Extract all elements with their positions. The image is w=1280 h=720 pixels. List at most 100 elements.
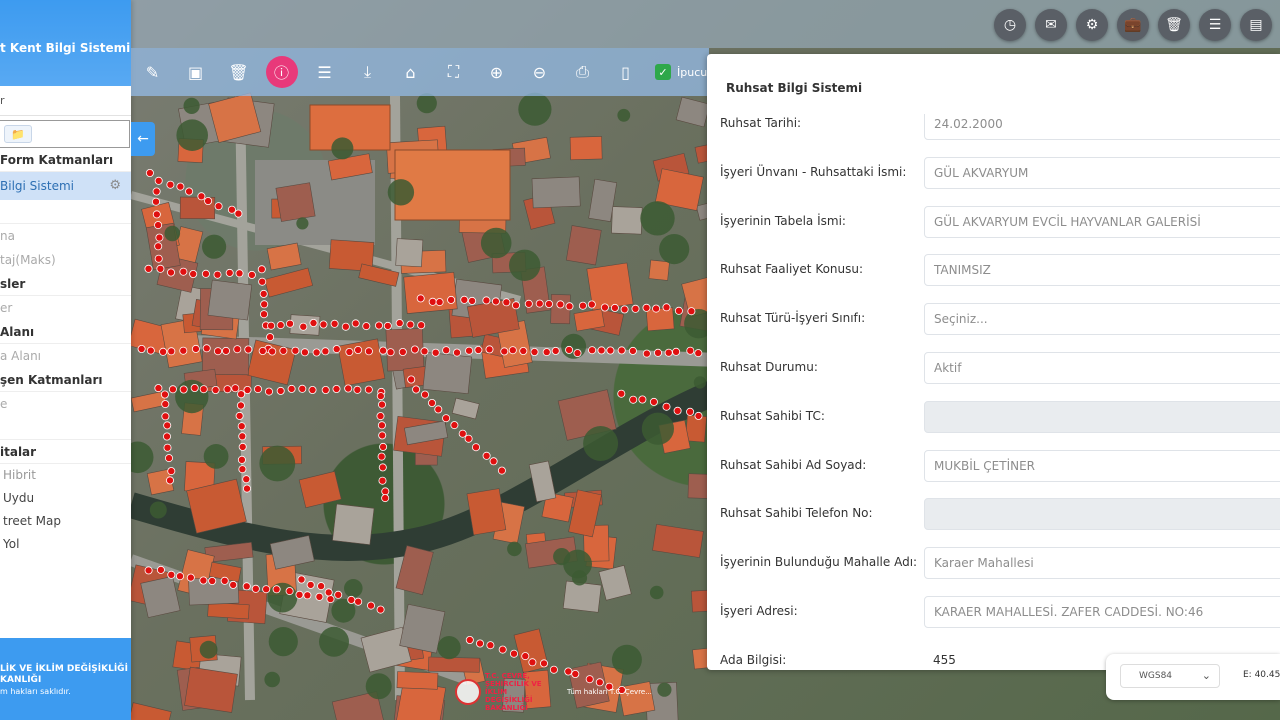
map-tree	[365, 673, 392, 700]
map-marker	[341, 322, 350, 331]
calendar-icon[interactable]: 🗑	[1158, 9, 1190, 41]
mobile-icon[interactable]: ▯	[604, 48, 647, 96]
map-marker	[545, 299, 554, 308]
settings-icon[interactable]: ⚙	[1076, 9, 1108, 41]
info-button[interactable]: ⓘ	[260, 48, 303, 96]
layer-item[interactable]: a Alanı	[0, 344, 131, 368]
basemap-hibrit[interactable]: Hibrit	[0, 464, 131, 487]
clock-icon[interactable]: ◷	[994, 9, 1026, 41]
map-tree	[693, 376, 707, 389]
map-marker	[509, 649, 518, 658]
field-value[interactable]: KARAER MAHALLESİ. ZAFER CADDESİ. NO:46	[924, 596, 1280, 628]
ministry-seal-icon	[455, 679, 481, 705]
field-value[interactable]: Karaer Mahallesi	[924, 547, 1280, 580]
ministry-name: T.C. ÇEVRE, ŞEHİRCİLİK VE İKLİM DEĞİŞİKL…	[485, 672, 542, 712]
info-icon: ⓘ	[265, 56, 298, 88]
fullscreen-icon[interactable]: ⛶	[432, 48, 475, 96]
map-tree	[176, 119, 208, 151]
map-tree	[259, 445, 296, 482]
field-value[interactable]: Aktif	[924, 352, 1280, 384]
map-marker	[231, 384, 240, 393]
download-icon[interactable]: ⤓	[346, 48, 389, 96]
map-marker	[225, 268, 234, 277]
map-tree	[268, 627, 298, 657]
zoom-in-icon[interactable]: ⊕	[475, 48, 518, 96]
basemap-yol[interactable]: Yol	[0, 533, 131, 556]
print-icon[interactable]: ⎙	[561, 48, 604, 96]
basemap-uydu[interactable]: Uydu	[0, 487, 131, 510]
map-marker	[267, 321, 276, 330]
map-tree	[416, 93, 437, 114]
layer-item[interactable]: na	[0, 224, 131, 248]
home-icon[interactable]: ⌂	[389, 48, 432, 96]
field-label: Ruhsat Sahibi Telefon No:	[720, 506, 873, 521]
map-marker	[154, 221, 163, 230]
mail-icon[interactable]: ✉	[1035, 9, 1067, 41]
map-marker	[190, 383, 199, 392]
map-building	[611, 206, 643, 235]
map-marker	[152, 210, 161, 219]
select-area-icon[interactable]: ▣	[174, 48, 217, 96]
field-value[interactable]: TANIMSIZ	[924, 254, 1280, 287]
field-value[interactable]: MUKBİL ÇETİNER	[924, 449, 1280, 482]
map-marker	[491, 297, 500, 306]
map-building	[394, 149, 511, 221]
map-marker	[442, 346, 451, 355]
map-marker	[272, 585, 281, 594]
map-marker	[379, 346, 388, 355]
map-building	[395, 238, 424, 268]
pencil-icon[interactable]: ✎	[131, 48, 174, 96]
field-value[interactable]	[924, 498, 1280, 531]
map-tree	[509, 249, 541, 281]
map-marker	[237, 422, 246, 431]
layer-item[interactable]: er	[0, 296, 131, 320]
field-value[interactable]: 24.02.2000	[924, 114, 1280, 140]
field-value[interactable]: GÜL AKVARYUM	[924, 156, 1280, 189]
map-marker	[395, 319, 404, 328]
list-icon[interactable]: ☰	[303, 48, 346, 96]
collapse-sidebar-button[interactable]: ←	[131, 122, 155, 156]
map-marker	[460, 295, 469, 304]
map-marker	[334, 590, 343, 599]
projection-select[interactable]: WGS84 ⌄	[1120, 664, 1220, 688]
map-marker	[179, 267, 188, 276]
folder-icon[interactable]: 📁	[4, 125, 32, 143]
map-marker	[442, 414, 451, 423]
layer-item[interactable]: taj(Maks)	[0, 248, 131, 272]
map-marker	[528, 658, 537, 667]
coordinate-bar: WGS84 ⌄ E: 40.45	[1106, 654, 1280, 700]
map-marker	[211, 385, 220, 394]
map-marker	[378, 431, 387, 440]
panel-fields[interactable]: Ruhsat Tarihi: 24.02.2000 İşyeri Ünvanı - …	[707, 114, 1280, 670]
map-marker	[638, 395, 647, 404]
map-marker	[471, 443, 480, 452]
map-tree	[149, 501, 167, 519]
map-marker	[213, 270, 222, 279]
field-value[interactable]	[924, 400, 1280, 433]
layer-search-input[interactable]: r	[0, 86, 131, 116]
map-marker	[146, 346, 155, 355]
hint-checkbox[interactable]: ✓ İpucu	[655, 64, 707, 80]
map-marker	[597, 346, 606, 355]
zoom-out-icon[interactable]: ⊖	[518, 48, 561, 96]
map-marker	[428, 297, 437, 306]
menu-icon[interactable]: ☰	[1199, 9, 1231, 41]
briefcase-icon[interactable]: 💼	[1117, 9, 1149, 41]
map-marker	[662, 402, 671, 411]
layer-item[interactable]: e	[0, 392, 131, 416]
gear-icon[interactable]: ⚙	[109, 172, 121, 200]
layer-item-ruhsat[interactable]: Bilgi Sistemi ⚙	[0, 172, 131, 200]
field-value[interactable]: Seçiniz...	[924, 303, 1280, 336]
map-toolbar: ✎ ▣ 🗑 ⓘ ☰ ⤓ ⌂ ⛶ ⊕ ⊖ ⎙ ▯ ✓ İpucu	[131, 48, 709, 96]
basemap-street-map[interactable]: treet Map	[0, 510, 131, 533]
map-tree	[507, 541, 522, 557]
map-marker	[378, 476, 387, 485]
map-marker	[464, 434, 473, 443]
map-building	[207, 601, 250, 620]
map-marker	[156, 565, 165, 574]
map-marker	[431, 348, 440, 357]
map-icon[interactable]: ▤	[1240, 9, 1272, 41]
trash-icon[interactable]: 🗑	[217, 48, 260, 96]
map-marker	[377, 421, 386, 430]
field-value[interactable]: GÜL AKVARYUM EVCİL HAYVANLAR GALERİSİ	[924, 205, 1280, 238]
